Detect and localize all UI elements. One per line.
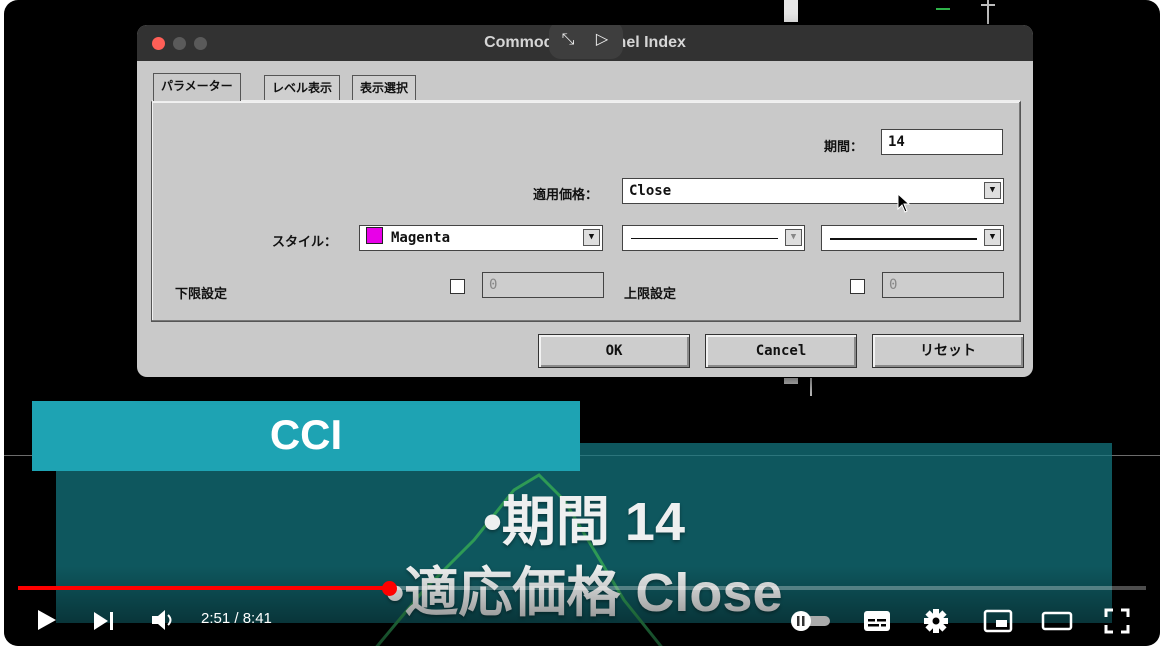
cci-settings-dialog: Commodity Channel Index ⤡ ▷ パラメーター レベル表示… xyxy=(137,25,1033,377)
period-input[interactable]: 14 xyxy=(881,129,1003,155)
upper-limit-input[interactable]: 0 xyxy=(882,272,1004,298)
caption-tag-text: CCI xyxy=(269,411,343,458)
line-style-select[interactable]: ▼ xyxy=(622,225,805,251)
video-player[interactable]: CCI •期間 14 •適応価格 Close Commodity Channel… xyxy=(4,0,1160,646)
tab-level-display[interactable]: レベル表示 xyxy=(264,75,341,100)
volume-icon[interactable] xyxy=(150,608,178,632)
caption-line-period: •期間 14 xyxy=(483,492,685,552)
play-icon[interactable] xyxy=(36,608,58,632)
chart-candle xyxy=(784,0,798,22)
lower-limit-checkbox[interactable] xyxy=(450,279,465,294)
chart-wick-low xyxy=(810,378,812,396)
chart-wick-cap xyxy=(981,4,995,6)
mouse-cursor-icon xyxy=(897,193,911,213)
progress-played xyxy=(18,586,389,590)
tab-parameters[interactable]: パラメーター xyxy=(153,73,241,101)
upper-limit-checkbox[interactable] xyxy=(850,279,865,294)
chart-candle-low xyxy=(784,378,798,384)
chevron-down-icon[interactable]: ▼ xyxy=(785,229,802,246)
ok-button[interactable]: OK xyxy=(538,334,690,368)
line-width-preview xyxy=(830,238,977,240)
subtitles-icon[interactable] xyxy=(862,608,892,634)
lower-limit-input[interactable]: 0 xyxy=(482,272,604,298)
theater-mode-icon[interactable] xyxy=(1040,607,1074,635)
caption-tag: CCI xyxy=(32,401,580,471)
progress-scrubber[interactable] xyxy=(382,581,397,596)
line-style-preview xyxy=(631,238,778,239)
lower-limit-label: 下限設定 xyxy=(175,287,228,302)
color-select[interactable]: Magenta ▼ xyxy=(359,225,603,251)
chevron-down-icon[interactable]: ▼ xyxy=(583,229,600,246)
dialog-titlebar: Commodity Channel Index ⤡ ▷ xyxy=(137,25,1033,61)
tab-display-select[interactable]: 表示選択 xyxy=(352,75,417,100)
chevron-down-icon[interactable]: ▼ xyxy=(984,182,1001,199)
cancel-button[interactable]: Cancel xyxy=(705,334,857,368)
exit-fullscreen-icon[interactable]: ⤡ xyxy=(557,28,579,50)
applied-price-value: Close xyxy=(629,183,672,199)
upper-limit-label: 上限設定 xyxy=(624,287,677,302)
chart-green-tick xyxy=(936,8,950,10)
chevron-down-icon[interactable]: ▼ xyxy=(984,229,1001,246)
color-name: Magenta xyxy=(391,230,451,246)
reset-button[interactable]: リセット xyxy=(872,334,1024,368)
time-display: 2:51 / 8:41 xyxy=(201,610,272,627)
applied-price-select[interactable]: Close ▼ xyxy=(622,178,1004,204)
fullscreen-icon[interactable] xyxy=(1102,606,1132,636)
line-width-select[interactable]: ▼ xyxy=(821,225,1004,251)
period-label: 期間： xyxy=(824,140,864,155)
settings-gear-icon[interactable] xyxy=(923,608,949,634)
style-label: スタイル： xyxy=(272,235,338,250)
autoplay-toggle-icon[interactable] xyxy=(790,610,832,632)
next-icon[interactable] xyxy=(92,610,116,632)
applied-price-label: 適用価格： xyxy=(533,188,599,203)
screen-overlay-controls: ⤡ ▷ xyxy=(549,25,623,59)
live-text-icon[interactable]: ▷ xyxy=(591,28,613,50)
color-swatch xyxy=(366,227,383,244)
miniplayer-icon[interactable] xyxy=(982,607,1014,635)
